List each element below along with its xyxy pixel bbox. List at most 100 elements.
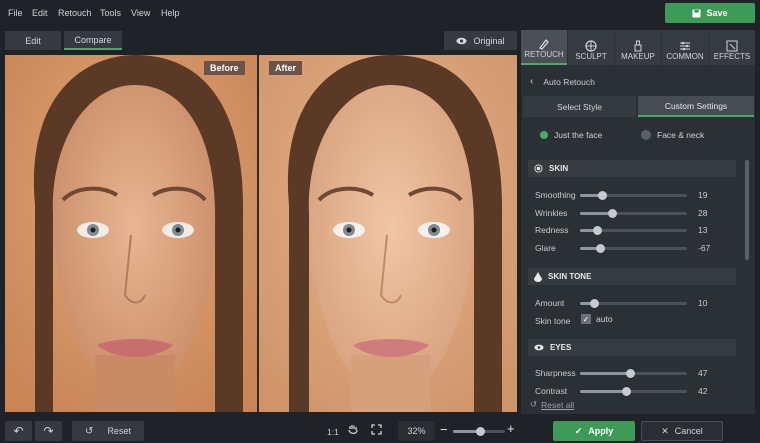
photo-canvas[interactable]: Before After bbox=[5, 55, 517, 412]
tab-common-label: COMMON bbox=[666, 52, 704, 61]
radio-face-and-neck[interactable]: Face & neck bbox=[641, 130, 704, 140]
floppy-icon bbox=[692, 8, 702, 18]
sliders-icon bbox=[680, 41, 690, 51]
fit-screen-icon[interactable] bbox=[371, 424, 382, 437]
view-toolbar: Edit Compare bbox=[0, 27, 520, 53]
cancel-button[interactable]: ✕ Cancel bbox=[641, 421, 723, 441]
zoom-in-button[interactable]: + bbox=[507, 421, 515, 436]
redo-button[interactable]: ↷ bbox=[35, 421, 62, 441]
skin-slider-knob[interactable] bbox=[596, 243, 606, 253]
before-photo: Before bbox=[5, 55, 257, 412]
amount-slider-knob[interactable] bbox=[589, 299, 599, 308]
auto-retouch-header[interactable]: ‹ Auto Retouch bbox=[530, 76, 595, 87]
skin-slider-value: 28 bbox=[698, 207, 708, 218]
chevron-left-icon[interactable]: ‹ bbox=[530, 76, 533, 87]
after-photo: After bbox=[259, 55, 517, 412]
skin-slider-knob[interactable] bbox=[608, 208, 618, 218]
radio-unselected-icon bbox=[641, 130, 651, 140]
after-label: After bbox=[269, 61, 303, 75]
eyes-slider[interactable] bbox=[580, 369, 687, 378]
auto-checkbox[interactable]: ✓ auto bbox=[581, 314, 613, 324]
menu-tools[interactable]: Tools bbox=[100, 8, 121, 18]
before-label: Before bbox=[204, 61, 245, 75]
apply-button[interactable]: ✓ Apply bbox=[553, 421, 635, 441]
eyes-slider[interactable] bbox=[580, 387, 687, 396]
section-skin[interactable]: SKIN bbox=[528, 160, 736, 177]
tab-makeup[interactable]: MAKEUP bbox=[615, 30, 661, 65]
amount-value: 10 bbox=[698, 298, 708, 308]
zoom-slider-knob[interactable] bbox=[476, 427, 486, 436]
tab-effects-label: EFFECTS bbox=[713, 52, 751, 61]
skin-slider-value: 13 bbox=[698, 225, 708, 235]
radio-neck-label: Face & neck bbox=[657, 130, 705, 140]
skin-slider-label: Redness bbox=[535, 225, 569, 235]
skin-slider[interactable] bbox=[580, 243, 687, 253]
section-skin-label: SKIN bbox=[549, 164, 569, 173]
skin-slider-label: Glare bbox=[535, 242, 556, 253]
eyes-slider-knob[interactable] bbox=[622, 387, 631, 396]
section-eyes-label: EYES bbox=[550, 343, 572, 352]
menu-edit[interactable]: Edit bbox=[32, 8, 48, 18]
tab-custom-settings[interactable]: Custom Settings bbox=[638, 96, 754, 117]
skin-slider[interactable] bbox=[580, 191, 687, 200]
original-button[interactable]: Original bbox=[444, 31, 517, 50]
drop-icon bbox=[534, 164, 543, 173]
menu-file[interactable]: File bbox=[8, 8, 23, 18]
auto-label: auto bbox=[596, 314, 613, 324]
radio-just-the-face[interactable]: Just the face bbox=[540, 130, 602, 140]
sculpt-icon bbox=[585, 40, 597, 52]
checkbox-checked-icon: ✓ bbox=[581, 314, 591, 324]
check-icon: ✓ bbox=[574, 425, 583, 436]
hand-icon[interactable] bbox=[348, 424, 358, 437]
menu-retouch[interactable]: Retouch bbox=[58, 8, 92, 18]
eyes-slider-value: 42 bbox=[698, 386, 708, 396]
zoom-slider[interactable] bbox=[453, 427, 505, 436]
skin-slider-label: Wrinkles bbox=[535, 207, 568, 218]
reset-label: Reset bbox=[107, 426, 131, 436]
effects-icon bbox=[726, 40, 738, 52]
undo-button[interactable]: ↶ bbox=[5, 421, 32, 441]
skin-slider-value: 19 bbox=[698, 190, 708, 200]
reset-all-link[interactable]: ↺ Reset all bbox=[530, 399, 574, 410]
save-label: Save bbox=[706, 8, 728, 18]
tab-effects[interactable]: EFFECTS bbox=[709, 30, 755, 65]
eyes-slider-fill bbox=[580, 390, 626, 393]
after-portrait bbox=[259, 55, 517, 412]
ratio-button[interactable]: 1:1 bbox=[327, 427, 339, 437]
apply-label: Apply bbox=[588, 426, 614, 436]
amount-label: Amount bbox=[535, 298, 565, 308]
brush-icon bbox=[539, 39, 549, 50]
zoom-out-button[interactable]: − bbox=[440, 422, 448, 437]
tab-common[interactable]: COMMON bbox=[662, 30, 708, 65]
zoom-readout[interactable]: 32% bbox=[398, 421, 435, 441]
tab-retouch-label: RETOUCH bbox=[524, 50, 564, 59]
amount-slider[interactable] bbox=[580, 299, 687, 308]
reset-button[interactable]: ↺ Reset bbox=[72, 421, 144, 441]
radio-face-label: Just the face bbox=[554, 130, 603, 140]
save-button[interactable]: Save bbox=[665, 3, 755, 23]
close-icon: ✕ bbox=[661, 425, 669, 436]
section-eyes[interactable]: EYES bbox=[528, 339, 736, 356]
makeup-icon bbox=[634, 40, 642, 52]
tab-sculpt[interactable]: SCULPT bbox=[568, 30, 614, 65]
eyes-slider-fill bbox=[580, 372, 631, 375]
section-skin-tone[interactable]: SKIN TONE bbox=[528, 268, 736, 285]
menu-help[interactable]: Help bbox=[161, 8, 180, 18]
menu-view[interactable]: View bbox=[131, 8, 150, 18]
undo-small-icon: ↺ bbox=[530, 399, 538, 409]
tab-compare[interactable]: Compare bbox=[64, 31, 122, 50]
skin-tone-label: Skin tone bbox=[535, 316, 571, 326]
skin-slider[interactable] bbox=[580, 208, 687, 218]
tab-edit[interactable]: Edit bbox=[5, 31, 61, 50]
before-portrait bbox=[5, 55, 257, 412]
skin-slider-label: Smoothing bbox=[535, 190, 576, 200]
skin-slider[interactable] bbox=[580, 226, 687, 235]
tab-select-style[interactable]: Select Style bbox=[523, 96, 636, 117]
panel-scrollbar[interactable] bbox=[745, 160, 749, 260]
skin-slider-value: -67 bbox=[698, 242, 711, 253]
redo-icon: ↷ bbox=[43, 424, 54, 438]
menu-bar: File Edit Retouch Tools View Help bbox=[0, 0, 760, 27]
cancel-label: Cancel bbox=[674, 426, 703, 436]
reset-all-label: Reset all bbox=[541, 399, 575, 410]
tab-retouch[interactable]: RETOUCH bbox=[521, 30, 567, 65]
